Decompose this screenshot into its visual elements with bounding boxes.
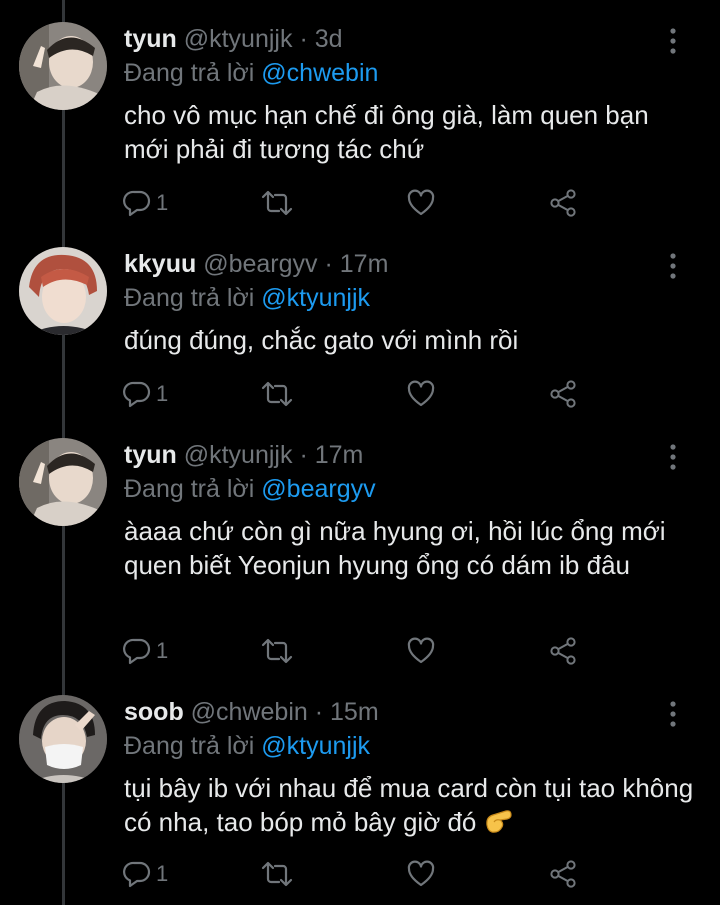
- mention-link[interactable]: @ktyunjjk: [261, 284, 370, 312]
- replying-to: Đang trả lời @ktyunjjk: [124, 283, 370, 313]
- reply-button[interactable]: 1: [122, 377, 168, 411]
- timestamp[interactable]: 3d: [315, 25, 343, 53]
- separator: ·: [314, 698, 324, 726]
- display-name[interactable]: soob: [124, 698, 184, 726]
- separator: ·: [324, 250, 333, 278]
- reply-count: 1: [156, 861, 169, 886]
- tweet-actions: 1: [120, 634, 600, 668]
- mention-link[interactable]: @chwebin: [261, 59, 378, 87]
- handle[interactable]: @ktyunjjk: [184, 441, 293, 469]
- share-button[interactable]: [548, 186, 578, 220]
- replying-to: Đang trả lời @ktyunjjk: [124, 731, 370, 761]
- heart-icon: [407, 637, 435, 664]
- mention-link[interactable]: @ktyunjjk: [261, 732, 370, 760]
- heart-icon: [407, 380, 435, 407]
- like-button[interactable]: [406, 186, 436, 220]
- share-button[interactable]: [548, 634, 578, 668]
- more-vertical-icon[interactable]: [664, 444, 682, 470]
- like-button[interactable]: [406, 377, 436, 411]
- tweet-actions: 1: [120, 377, 600, 411]
- tweet-text: tụi bây ib với nhau để mua card còn tụi …: [124, 773, 694, 837]
- share-icon: [550, 860, 576, 888]
- more-vertical-icon[interactable]: [664, 253, 682, 279]
- share-icon: [550, 380, 576, 408]
- replying-to: Đang trả lời @beargyv: [124, 474, 376, 504]
- retweet-icon: [261, 190, 293, 216]
- avatar[interactable]: [19, 22, 107, 110]
- heart-icon: [407, 860, 435, 887]
- replying-to: Đang trả lời @chwebin: [124, 58, 378, 88]
- share-button[interactable]: [548, 377, 578, 411]
- tweet-actions: 1: [120, 186, 600, 220]
- tweet-text: àaaa chứ còn gì nữa hyung ơi, hồi lúc ổn…: [124, 516, 666, 580]
- tweet-header: soob @chwebin · 15m: [124, 697, 379, 727]
- mention-link[interactable]: @beargyv: [261, 475, 375, 503]
- tweet-text: đúng đúng, chắc gato với mình rồi: [124, 325, 519, 355]
- handle[interactable]: @chwebin: [191, 698, 308, 726]
- tweet-header: kkyuu @beargyv · 17m: [124, 249, 388, 279]
- pinching-hand-emoji: [484, 807, 514, 843]
- timestamp[interactable]: 15m: [330, 698, 379, 726]
- replying-to-label: Đang trả lời: [124, 59, 255, 87]
- reply-icon: [123, 861, 151, 888]
- handle[interactable]: @ktyunjjk: [184, 25, 293, 53]
- more-vertical-icon[interactable]: [664, 28, 682, 54]
- retweet-icon: [261, 861, 293, 887]
- display-name[interactable]: tyun: [124, 25, 177, 53]
- tweet-header: tyun @ktyunjjk · 3d: [124, 24, 343, 54]
- reply-icon: [123, 381, 151, 408]
- separator: ·: [299, 25, 308, 53]
- retweet-icon: [261, 381, 293, 407]
- display-name[interactable]: tyun: [124, 441, 177, 469]
- tweet-text-block: tụi bây ib với nhau để mua card còn tụi …: [124, 771, 694, 843]
- share-icon: [550, 189, 576, 217]
- replying-to-label: Đang trả lời: [124, 475, 255, 503]
- timestamp[interactable]: 17m: [315, 441, 364, 469]
- separator: ·: [299, 441, 308, 469]
- like-button[interactable]: [406, 634, 436, 668]
- handle[interactable]: @beargyv: [203, 250, 317, 278]
- avatar[interactable]: [19, 695, 107, 783]
- reply-button[interactable]: 1: [122, 857, 168, 891]
- share-icon: [550, 637, 576, 665]
- replying-to-label: Đang trả lời: [124, 732, 255, 760]
- retweet-icon: [261, 638, 293, 664]
- retweet-button[interactable]: [260, 186, 294, 220]
- heart-icon: [407, 189, 435, 216]
- reply-icon: [123, 190, 151, 217]
- replying-to-label: Đang trả lời: [124, 284, 255, 312]
- more-vertical-icon[interactable]: [664, 701, 682, 727]
- reply-icon: [123, 638, 151, 665]
- reply-count: 1: [156, 638, 169, 663]
- retweet-button[interactable]: [260, 857, 294, 891]
- share-button[interactable]: [548, 857, 578, 891]
- tweet-text: cho vô mục hạn chế đi ông già, làm quen …: [124, 100, 649, 164]
- retweet-button[interactable]: [260, 377, 294, 411]
- reply-button[interactable]: 1: [122, 634, 168, 668]
- reply-count: 1: [156, 190, 169, 215]
- reply-button[interactable]: 1: [122, 186, 168, 220]
- like-button[interactable]: [406, 857, 436, 891]
- tweet-header: tyun @ktyunjjk · 17m: [124, 440, 363, 470]
- avatar[interactable]: [19, 247, 107, 335]
- reply-count: 1: [156, 381, 169, 406]
- tweet-actions: 1: [120, 857, 600, 891]
- display-name[interactable]: kkyuu: [124, 250, 196, 278]
- timestamp[interactable]: 17m: [340, 250, 389, 278]
- avatar[interactable]: [19, 438, 107, 526]
- retweet-button[interactable]: [260, 634, 294, 668]
